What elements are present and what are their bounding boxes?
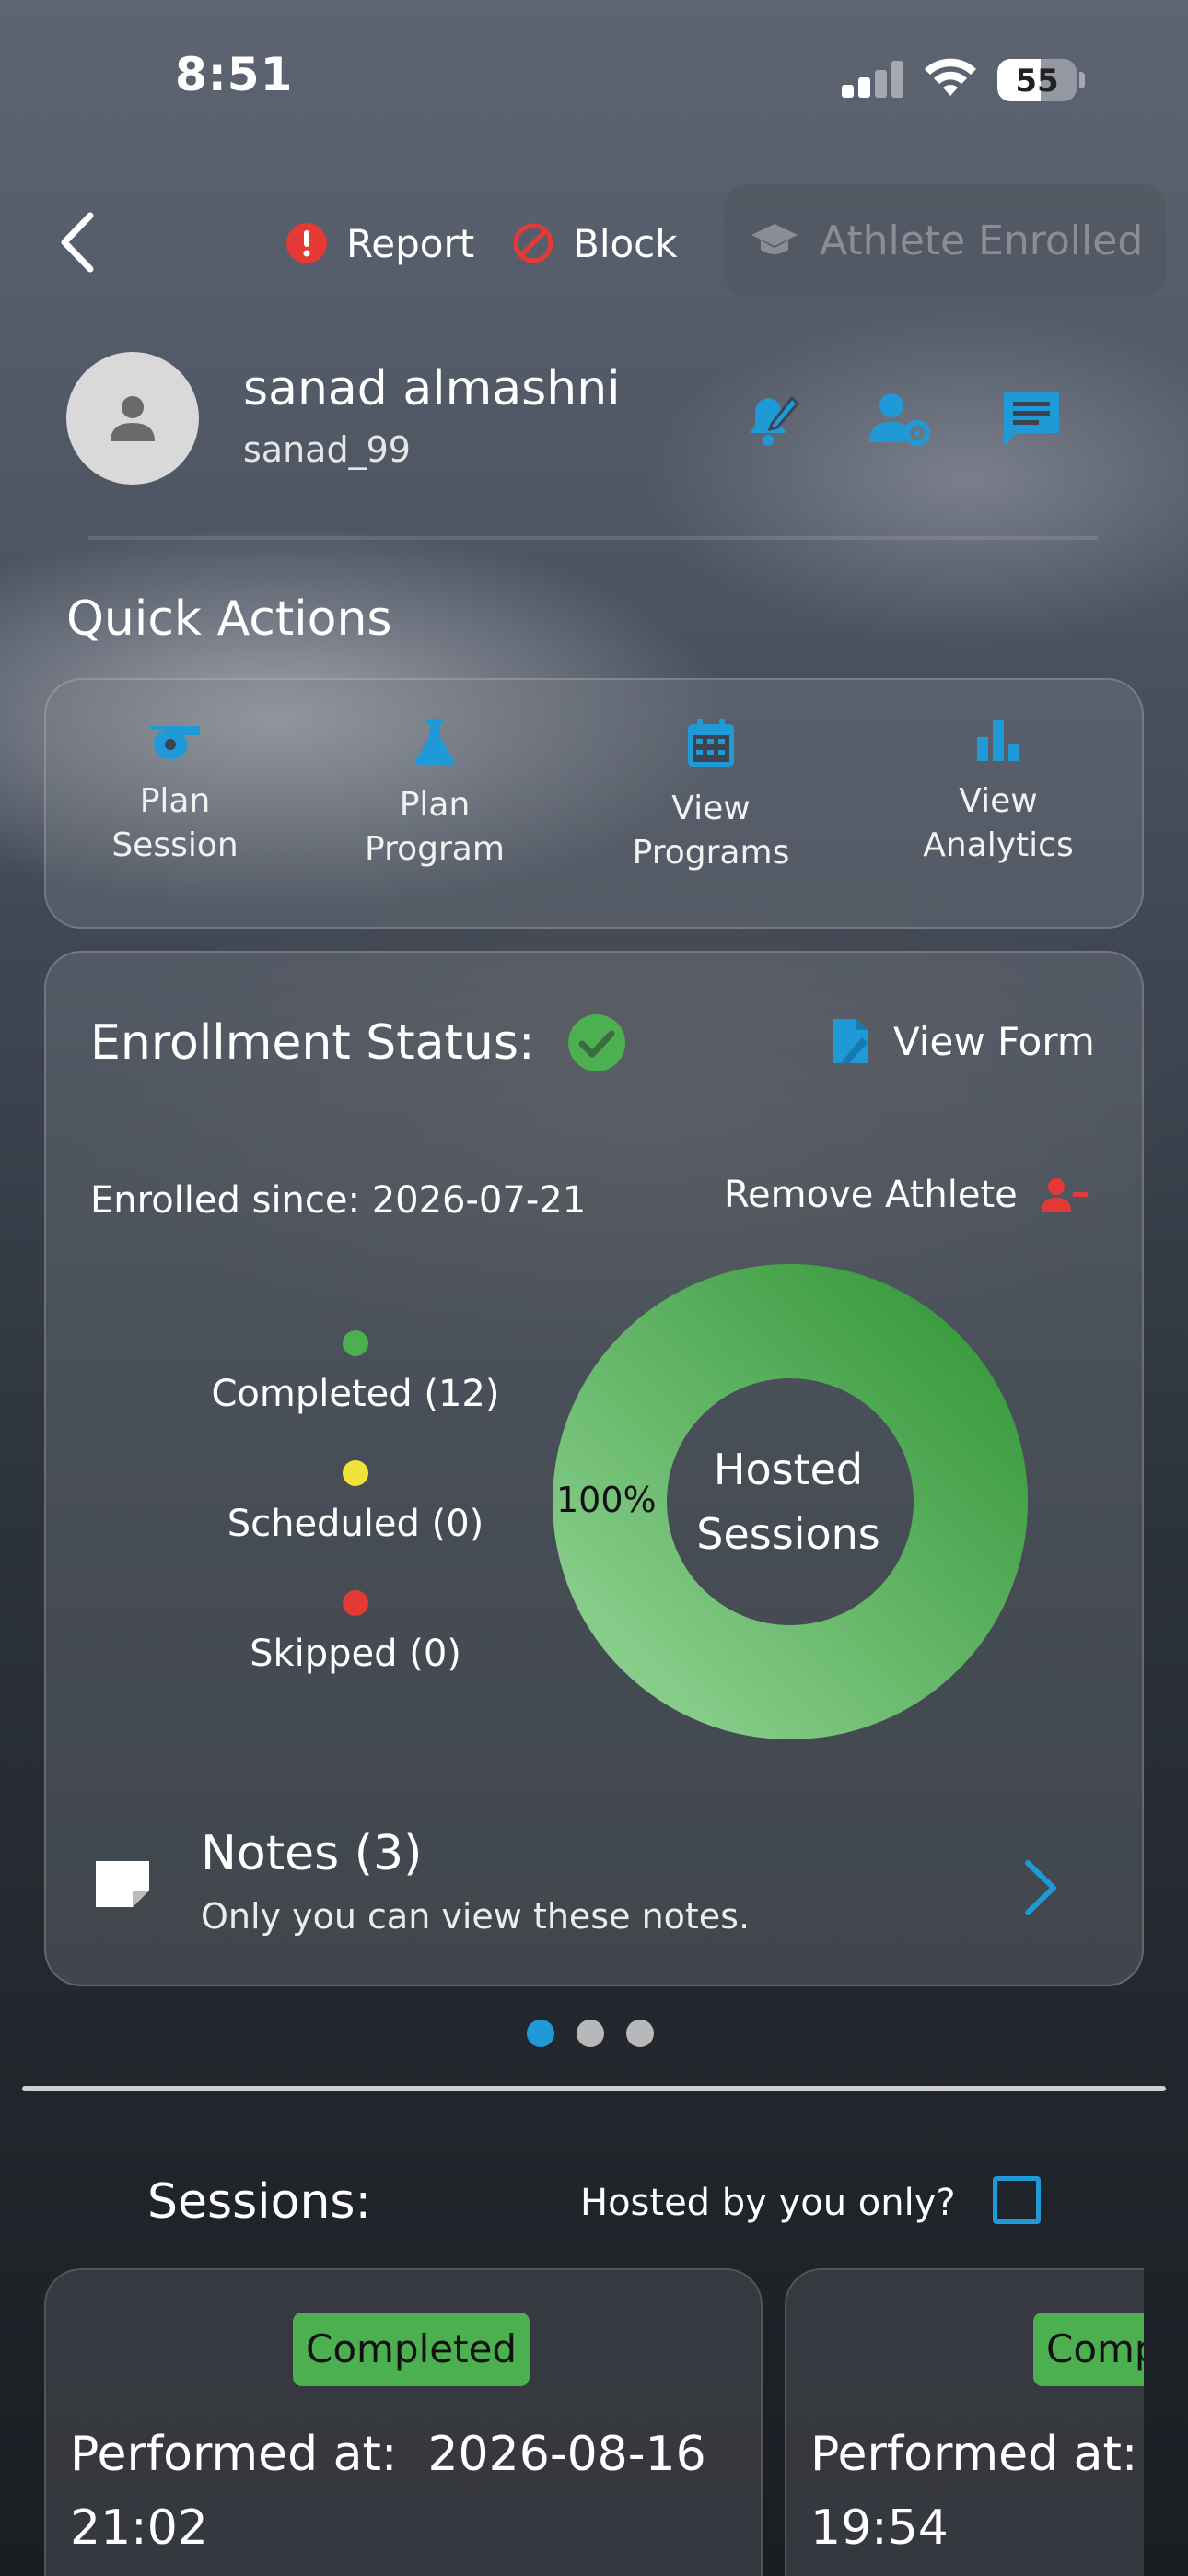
status-badge: Completed bbox=[1033, 2313, 1144, 2386]
legend-completed: Completed (12) bbox=[199, 1330, 512, 1415]
performed-at: Performed at: 2026-08-16 21:02 bbox=[70, 2427, 706, 2556]
view-form-label: View Form bbox=[893, 1018, 1095, 1064]
message-icon[interactable] bbox=[998, 385, 1065, 451]
wifi-icon bbox=[925, 58, 976, 96]
donut-center-line2: Sessions bbox=[696, 1509, 880, 1559]
quick-actions-title: Quick Actions bbox=[66, 591, 392, 647]
form-icon bbox=[833, 1019, 868, 1063]
avatar[interactable] bbox=[66, 352, 199, 485]
legend-skipped-label: Skipped (0) bbox=[250, 1633, 461, 1675]
donut-center-label: Hosted Sessions bbox=[663, 1437, 914, 1566]
battery-percent: 55 bbox=[1015, 63, 1059, 100]
cellular-signal-icon bbox=[842, 61, 904, 98]
person-icon bbox=[111, 396, 155, 441]
remove-user-icon bbox=[1041, 1178, 1088, 1212]
athlete-enrolled-button[interactable]: Athlete Enrolled bbox=[724, 184, 1166, 297]
calendar-icon bbox=[688, 719, 734, 767]
view-programs-button[interactable]: View Programs bbox=[600, 717, 821, 875]
enrollment-status-title: Enrollment Status: bbox=[90, 1015, 535, 1071]
performed-at: Performed at: 2026-08-15 19:54 bbox=[810, 2427, 1138, 2556]
bar-chart-icon bbox=[977, 720, 1019, 761]
status-badge: Completed bbox=[293, 2313, 530, 2386]
donut-center-line1: Hosted bbox=[713, 1445, 864, 1494]
session-card[interactable]: Completed Performed at: 2026-08-16 21:02 bbox=[44, 2268, 763, 2576]
graduation-cap-icon bbox=[751, 224, 798, 254]
donut-percent-label: 100% bbox=[556, 1480, 657, 1520]
battery-icon: 55 bbox=[997, 59, 1077, 101]
plan-program-line2: Program bbox=[365, 830, 505, 868]
legend-completed-label: Completed (12) bbox=[211, 1373, 500, 1415]
remove-athlete-button[interactable]: Remove Athlete bbox=[724, 1174, 1088, 1216]
whistle-icon bbox=[150, 726, 200, 759]
block-button[interactable]: Block bbox=[512, 214, 678, 273]
plan-program-line1: Plan bbox=[399, 786, 471, 824]
notification-settings-icon[interactable] bbox=[735, 385, 801, 451]
profile-handle: sanad_99 bbox=[243, 429, 411, 470]
user-settings-icon[interactable] bbox=[866, 385, 932, 451]
flask-icon bbox=[414, 719, 455, 765]
section-divider bbox=[22, 2086, 1166, 2091]
notes-subtitle: Only you can view these notes. bbox=[201, 1896, 751, 1937]
chevron-left-icon[interactable] bbox=[57, 210, 98, 275]
view-analytics-button[interactable]: View Analytics bbox=[888, 717, 1109, 868]
battery-cap bbox=[1079, 72, 1085, 88]
notes-title[interactable]: Notes (3) bbox=[201, 1826, 422, 1881]
hosted-only-checkbox[interactable] bbox=[993, 2176, 1041, 2224]
plan-session-line1: Plan bbox=[139, 782, 211, 820]
view-analytics-line2: Analytics bbox=[923, 826, 1074, 864]
remove-athlete-label: Remove Athlete bbox=[724, 1174, 1018, 1216]
chevron-right-icon[interactable] bbox=[1020, 1859, 1061, 1916]
legend-completed-dot bbox=[343, 1330, 368, 1356]
note-icon bbox=[96, 1861, 149, 1907]
session-card[interactable]: Completed Performed at: 2026-08-15 19:54 bbox=[785, 2268, 1144, 2576]
alert-icon bbox=[286, 223, 327, 263]
pager-dot[interactable] bbox=[626, 2020, 654, 2047]
legend-skipped: Skipped (0) bbox=[199, 1590, 512, 1675]
pager-dot[interactable] bbox=[527, 2020, 554, 2047]
enrolled-label: Athlete Enrolled bbox=[820, 217, 1144, 264]
view-analytics-line1: View bbox=[959, 782, 1038, 820]
legend-scheduled-dot bbox=[343, 1460, 368, 1486]
plan-session-button[interactable]: Plan Session bbox=[64, 717, 285, 868]
check-circle-icon bbox=[568, 1014, 625, 1071]
sessions-title: Sessions: bbox=[147, 2174, 372, 2230]
legend-skipped-dot bbox=[343, 1590, 368, 1616]
status-time: 8:51 bbox=[175, 48, 294, 101]
carousel-pager bbox=[527, 2020, 654, 2047]
legend-scheduled: Scheduled (0) bbox=[199, 1460, 512, 1545]
view-programs-line1: View bbox=[671, 790, 751, 827]
profile-name: sanad almashni bbox=[243, 361, 621, 416]
profile-divider bbox=[88, 536, 1098, 540]
sessions-carousel[interactable]: Completed Performed at: 2026-08-16 21:02… bbox=[0, 2248, 1144, 2576]
block-label: Block bbox=[573, 220, 678, 266]
enrolled-since: Enrolled since: 2026-07-21 bbox=[90, 1179, 587, 1222]
view-programs-line2: Programs bbox=[632, 834, 790, 872]
hosted-only-label: Hosted by you only? bbox=[580, 2182, 956, 2224]
plan-program-button[interactable]: Plan Program bbox=[324, 717, 545, 872]
pager-dot[interactable] bbox=[577, 2020, 604, 2047]
plan-session-line2: Session bbox=[111, 826, 239, 864]
legend-scheduled-label: Scheduled (0) bbox=[227, 1503, 484, 1545]
report-button[interactable]: Report bbox=[285, 214, 474, 273]
report-label: Report bbox=[346, 220, 475, 266]
block-icon bbox=[513, 223, 553, 263]
view-form-button[interactable]: View Form bbox=[831, 1017, 1095, 1065]
